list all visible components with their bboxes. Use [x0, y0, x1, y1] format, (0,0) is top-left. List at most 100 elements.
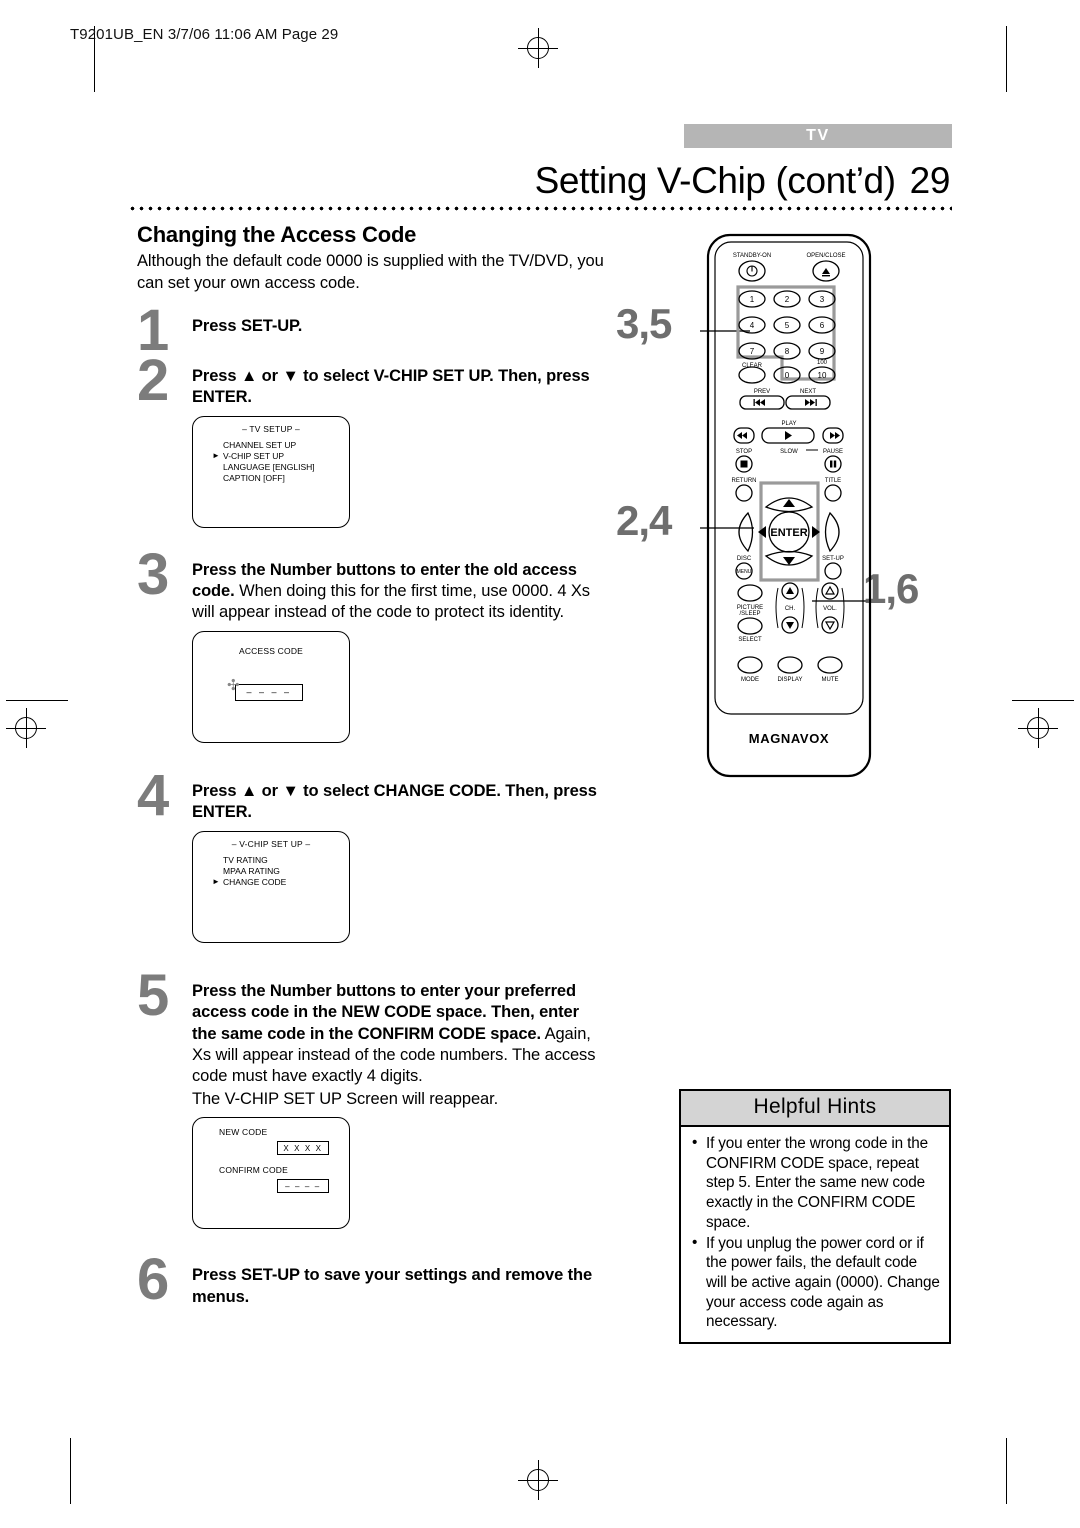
cursor-arrow-icon: ► — [212, 450, 220, 460]
disc-label: DISC — [737, 556, 752, 562]
osd-label: MPAA RATING — [223, 866, 280, 877]
blink-cursor-icon: ✣ — [227, 676, 240, 694]
mode-label: MODE — [741, 677, 759, 683]
section-heading: Changing the Access Code — [137, 222, 417, 247]
slow-label: SLOW — [780, 449, 798, 455]
step-4: 4 Press ▲ or ▼ to select CHANGE CODE. Th… — [137, 766, 607, 943]
helpful-hints-box: Helpful Hints If you enter the wrong cod… — [679, 1089, 951, 1345]
step-3: 3 Press the Number buttons to enter the … — [137, 545, 607, 743]
callout-2-4: 2,4 — [616, 497, 672, 544]
step-2: 2 Press ▲ or ▼ to select V-CHIP SET UP. … — [137, 351, 607, 528]
step-2-bold: Press ▲ or ▼ to select V-CHIP SET UP. Th… — [192, 366, 590, 407]
callout-3-5: 3,5 — [616, 300, 672, 347]
setup-label: SET-UP — [822, 556, 844, 562]
osd-label: V-CHIP SET UP — [223, 450, 285, 461]
next-label: NEXT — [800, 389, 816, 395]
osd-label: CHANGE CODE — [223, 877, 287, 888]
mute-label: MUTE — [822, 677, 839, 683]
step-3-text: Press the Number buttons to enter the ol… — [192, 560, 607, 624]
title-dotted-rule — [128, 205, 952, 212]
registration-mark-bottom — [518, 1460, 558, 1500]
page-number: 29 — [909, 160, 951, 201]
page-title-text: Setting V-Chip (cont’d) — [534, 160, 896, 201]
osd-tv-setup-item-3: CAPTION [OFF] — [223, 473, 315, 484]
remote-brand-label: MAGNAVOX — [749, 731, 829, 746]
osd-access-code-field: – – – – — [235, 683, 303, 701]
play-label: PLAY — [782, 421, 797, 427]
step-4-text: Press ▲ or ▼ to select CHANGE CODE. Then… — [192, 781, 607, 824]
clear-label: CLEAR — [742, 363, 763, 369]
standby-on-label: STANDBY-ON — [733, 253, 771, 259]
step-6: 6 Press SET-UP to save your settings and… — [137, 1251, 607, 1309]
osd-tv-setup-item-2: LANGUAGE [ENGLISH] — [223, 462, 315, 473]
registration-mark-left — [6, 708, 46, 748]
osd-tv-setup: – TV SETUP – CHANNEL SET UP ► V-CHIP SET … — [192, 415, 350, 528]
key-7: 7 — [750, 347, 755, 356]
hundred-label: 100 — [817, 360, 828, 366]
section-intro: Although the default code 0000 is suppli… — [137, 252, 604, 293]
osd-tv-setup-list: CHANNEL SET UP ► V-CHIP SET UP LANGUAGE [… — [212, 440, 315, 485]
disc-menu-sub-label: MENU — [737, 569, 752, 575]
remote-svg: STANDBY-ON OPEN/CLOSE 1 2 3 4 5 6 7 8 9 … — [706, 233, 872, 778]
osd-tv-setup-title: – TV SETUP – — [242, 423, 300, 434]
remote-control-illustration: STANDBY-ON OPEN/CLOSE 1 2 3 4 5 6 7 8 9 … — [706, 233, 872, 778]
key-9: 9 — [820, 347, 825, 356]
step-3-rest: When doing this for the first time, use … — [192, 581, 590, 622]
registration-mark-top — [518, 28, 558, 68]
step-1: 1 Press SET-UP. — [137, 302, 607, 360]
sleep-label: /SLEEP — [739, 611, 760, 617]
osd-new-code-field: X X X X — [277, 1141, 329, 1156]
select-label: SELECT — [738, 637, 762, 643]
display-label: DISPLAY — [778, 677, 803, 683]
step-5: 5 Press the Number buttons to enter your… — [137, 966, 607, 1230]
crop-line-left-bottom — [70, 1438, 71, 1504]
enter-label: ENTER — [770, 527, 807, 539]
running-header: T9201UB_EN 3/7/06 11:06 AM Page 29 — [70, 26, 339, 43]
key-2: 2 — [785, 295, 790, 304]
key-0: 0 — [785, 371, 790, 380]
osd-vchip-item-0: TV RATING — [223, 855, 286, 866]
registration-circle-right — [1027, 717, 1049, 739]
registration-circle-top — [527, 37, 549, 59]
osd-vchip-setup-list: TV RATING MPAA RATING ► CHANGE CODE — [212, 855, 287, 889]
key-6: 6 — [820, 321, 825, 330]
registration-circle-bottom — [527, 1469, 549, 1491]
crop-line-left-edge — [6, 700, 68, 701]
osd-access-code: ACCESS CODE – – – – ✣ — [192, 630, 350, 743]
osd-confirm-code-label: CONFIRM CODE — [219, 1165, 288, 1176]
osd-label: LANGUAGE [ENGLISH] — [223, 462, 315, 473]
key-5: 5 — [785, 321, 790, 330]
tv-banner: TV — [684, 124, 952, 148]
osd-tv-setup-item-0: CHANNEL SET UP — [223, 440, 315, 451]
content-column: Changing the Access Code Although the de… — [137, 222, 607, 1309]
ch-label: CH. — [785, 606, 796, 612]
step-1-bold: Press SET-UP. — [192, 317, 303, 336]
step-1-text: Press SET-UP. — [192, 316, 607, 337]
open-close-label: OPEN/CLOSE — [806, 253, 845, 259]
key-10: 10 — [818, 371, 827, 380]
step-4-number: 4 — [137, 762, 170, 828]
pause-label: PAUSE — [823, 449, 843, 455]
title-label: TITLE — [825, 478, 841, 484]
osd-label: CAPTION [OFF] — [223, 473, 285, 484]
registration-mark-right — [1018, 708, 1058, 748]
prev-label: PREV — [754, 389, 770, 395]
step-5-bold: Press the Number buttons to enter your p… — [192, 981, 579, 1043]
page-title: Setting V-Chip (cont’d) 29 — [534, 160, 951, 202]
step-3-number: 3 — [137, 541, 170, 607]
step-2-number: 2 — [137, 347, 170, 413]
osd-label: CHANNEL SET UP — [223, 439, 297, 450]
step-2-text: Press ▲ or ▼ to select V-CHIP SET UP. Th… — [192, 366, 607, 409]
key-3: 3 — [820, 295, 825, 304]
osd-vchip-item-1: MPAA RATING — [223, 866, 286, 877]
key-4: 4 — [750, 321, 755, 330]
hint-item: If you enter the wrong code in the CONFI… — [690, 1133, 940, 1233]
helpful-hints-title: Helpful Hints — [681, 1091, 949, 1127]
osd-vchip-item-2: ► CHANGE CODE — [212, 877, 287, 888]
registration-circle-left — [15, 717, 37, 739]
osd-new-code-label: NEW CODE — [219, 1127, 268, 1138]
crop-line-right-edge — [1012, 700, 1074, 701]
crop-line-right-bottom — [1006, 1438, 1007, 1504]
step-5-extra: The V-CHIP SET UP Screen will reappear. — [192, 1089, 499, 1108]
helpful-hints-list: If you enter the wrong code in the CONFI… — [681, 1127, 949, 1342]
